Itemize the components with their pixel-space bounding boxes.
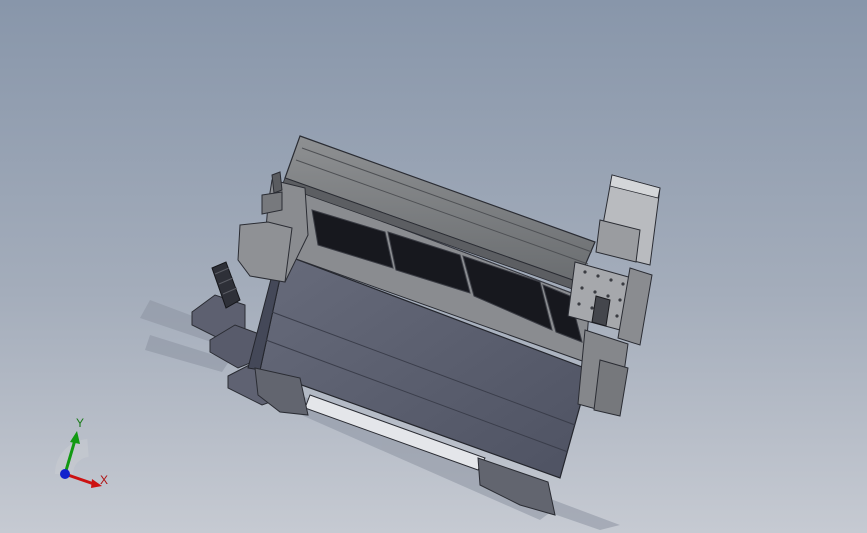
y-axis-label: Y (76, 416, 85, 430)
x-axis-label: X (100, 473, 109, 487)
cnc-machine-model[interactable] (0, 0, 867, 533)
spindle-carriage (567, 174, 661, 417)
z-axis-dot (60, 469, 70, 479)
graphics-viewport[interactable]: Y X (0, 0, 867, 533)
